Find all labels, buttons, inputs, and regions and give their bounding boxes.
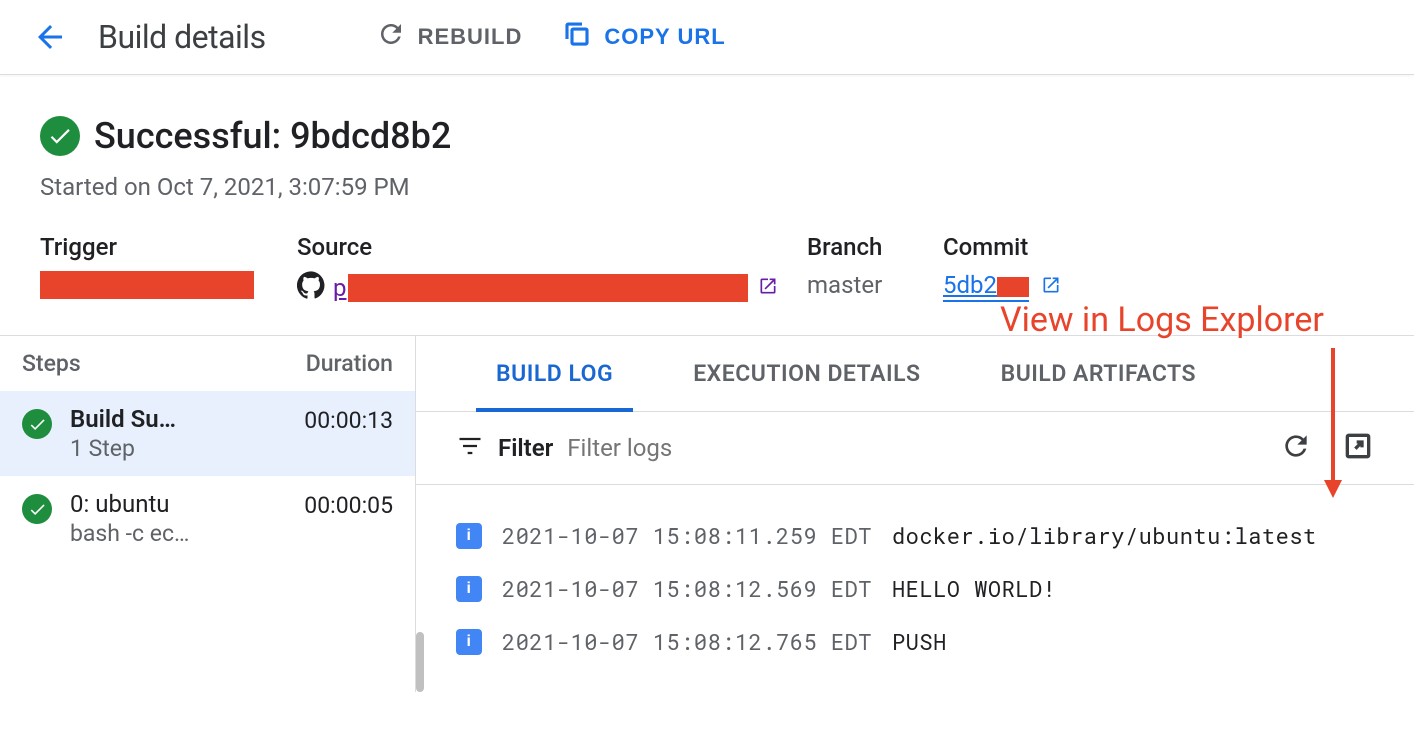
log-message: PUSH [892, 627, 947, 656]
step-row-summary[interactable]: Build Su… 1 Step 00:00:13 [0, 391, 415, 476]
external-link-icon [754, 274, 778, 302]
copy-url-label: COPY URL [604, 24, 725, 50]
started-time: Started on Oct 7, 2021, 3:07:59 PM [40, 173, 1374, 201]
info-badge-icon: i [456, 576, 482, 602]
filter-icon [456, 432, 484, 464]
info-badge-icon: i [456, 523, 482, 549]
copy-url-button[interactable]: COPY URL [562, 19, 725, 55]
step-subtitle: bash -c ec… [70, 520, 286, 547]
status-title: Successful: 9bdcd8b2 [94, 115, 451, 157]
source-prefix: p [333, 274, 346, 302]
trigger-value-redacted [40, 271, 254, 299]
step-duration: 00:00:05 [304, 492, 393, 519]
metadata-row: Trigger Source p Branch master Commit 5d [40, 233, 1374, 305]
commit-link[interactable]: 5db2 [943, 271, 1029, 302]
log-timestamp: 2021-10-07 15:08:12.765 EDT [502, 627, 872, 656]
github-icon [297, 271, 325, 305]
copy-icon [562, 19, 592, 55]
source-label: Source [297, 233, 807, 261]
scroll-indicator[interactable] [416, 632, 424, 692]
log-message: docker.io/library/ubuntu:latest [892, 521, 1317, 550]
filter-label: Filter [498, 434, 553, 462]
log-timestamp: 2021-10-07 15:08:12.569 EDT [502, 574, 872, 603]
tab-build-artifacts[interactable]: BUILD ARTIFACTS [961, 336, 1236, 411]
commit-label: Commit [943, 233, 1143, 261]
external-link-icon [1037, 273, 1061, 301]
refresh-icon [376, 19, 406, 55]
log-line[interactable]: i 2021-10-07 15:08:12.569 EDT HELLO WORL… [456, 562, 1374, 615]
success-check-icon [22, 494, 52, 524]
steps-header-label: Steps [22, 350, 81, 377]
success-check-icon [40, 116, 80, 156]
log-lines: i 2021-10-07 15:08:11.259 EDT docker.io/… [416, 485, 1414, 692]
rebuild-label: REBUILD [418, 24, 523, 50]
step-name: 0: ubuntu [70, 490, 286, 518]
success-check-icon [22, 409, 52, 439]
step-duration: 00:00:13 [304, 407, 393, 434]
rebuild-button[interactable]: REBUILD [376, 19, 523, 55]
annotation-arrow-icon [1318, 348, 1348, 507]
log-message: HELLO WORLD! [892, 574, 1056, 603]
tab-build-log[interactable]: BUILD LOG [456, 336, 653, 411]
annotation-text: View in Logs Explorer [1000, 300, 1324, 340]
log-panel: BUILD LOG EXECUTION DETAILS BUILD ARTIFA… [416, 336, 1414, 692]
source-value-redacted [348, 274, 748, 302]
step-name: Build Su… [70, 405, 286, 433]
status-row: Successful: 9bdcd8b2 [40, 115, 1374, 157]
branch-value: master [807, 271, 943, 299]
topbar: Build details REBUILD COPY URL [0, 0, 1414, 75]
tab-execution-details[interactable]: EXECUTION DETAILS [653, 336, 960, 411]
filter-input[interactable] [567, 434, 1266, 462]
step-row-0[interactable]: 0: ubuntu bash -c ec… 00:00:05 [0, 476, 415, 561]
back-arrow-icon[interactable] [32, 19, 68, 55]
steps-panel: Steps Duration Build Su… 1 Step 00:00:13… [0, 336, 416, 692]
step-subtitle: 1 Step [70, 435, 286, 462]
refresh-logs-button[interactable] [1280, 430, 1312, 466]
log-line[interactable]: i 2021-10-07 15:08:12.765 EDT PUSH [456, 615, 1374, 668]
log-line[interactable]: i 2021-10-07 15:08:11.259 EDT docker.io/… [456, 509, 1374, 562]
source-link[interactable]: p [333, 274, 778, 302]
log-timestamp: 2021-10-07 15:08:11.259 EDT [502, 521, 872, 550]
info-badge-icon: i [456, 629, 482, 655]
branch-label: Branch [807, 233, 943, 261]
page-title: Build details [98, 18, 266, 56]
trigger-label: Trigger [40, 233, 297, 261]
duration-header-label: Duration [306, 350, 393, 377]
